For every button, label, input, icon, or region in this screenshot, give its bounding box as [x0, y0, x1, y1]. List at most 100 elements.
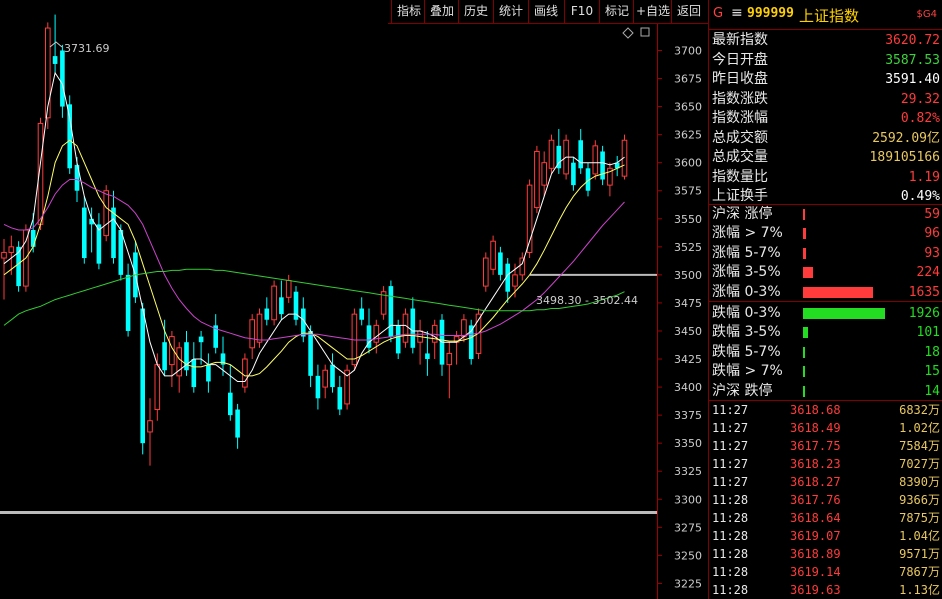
group-badge[interactable]: $G4: [917, 9, 937, 20]
toolbar-separator: [391, 0, 392, 23]
tick-price: 3617.76: [790, 493, 841, 507]
toolbar-separator: [671, 0, 672, 23]
y-tick-label: 3325: [674, 465, 702, 478]
candle-body-down: [359, 308, 364, 320]
stat-value: 189105166: [869, 150, 940, 165]
tick-time: 11:28: [712, 529, 749, 543]
candle-body-up: [8, 246, 15, 253]
tick-price: 3618.49: [790, 421, 841, 435]
toolbar-button[interactable]: 标记: [601, 0, 633, 23]
tick-price: 3619.14: [790, 565, 841, 579]
tick-row[interactable]: 11:27 3618.27 8390万: [712, 473, 940, 491]
distribution-count: 224: [916, 265, 940, 281]
tick-price: 3618.23: [790, 457, 841, 471]
toolbar-button[interactable]: 返回: [673, 0, 705, 23]
kline-chart[interactable]: 3225 3250 3275 3300 3325 3350 3375 3400 3425 3450…: [0, 0, 708, 599]
candle-body-down: [264, 308, 270, 320]
toolbar-button[interactable]: +自选: [635, 0, 671, 23]
tick-price: 3619.63: [790, 583, 841, 597]
toolbar-button[interactable]: F10: [566, 0, 598, 23]
toolbar-separator: [528, 0, 529, 23]
toolbar-button[interactable]: 统计: [495, 0, 527, 23]
candle-body-up: [249, 319, 255, 349]
toolbar-separator: [424, 0, 425, 23]
y-tick-label: 3275: [674, 521, 702, 534]
candle-body-down: [388, 286, 394, 337]
candle-body-down: [206, 364, 211, 382]
candle-body-up: [373, 324, 380, 343]
y-tick-label: 3625: [674, 129, 702, 142]
candle-body-up: [548, 139, 555, 169]
stat-value: 3620.72: [885, 33, 940, 48]
candle-body-down: [191, 359, 197, 388]
tick-row[interactable]: 11:27 3617.75 7584万: [712, 437, 940, 455]
distribution-label: 涨幅 5-7%: [712, 244, 781, 261]
y-tick-label: 3400: [674, 381, 702, 394]
distribution-count: 101: [916, 325, 940, 341]
tick-row[interactable]: 11:27 3618.23 7027万: [712, 455, 940, 473]
tick-row[interactable]: 11:28 3618.89 9571万: [712, 545, 940, 563]
candle-body-up: [592, 145, 599, 175]
y-tick-label: 3550: [674, 213, 702, 226]
stat-row: 总成交量 189105166: [712, 148, 940, 167]
candle-body-down: [111, 207, 116, 259]
candlestick-chart-svg[interactable]: 3225 3250 3275 3300 3325 3350 3375 3400 3425 3450…: [0, 0, 708, 599]
stat-row: 指数量比 1.19: [712, 168, 940, 187]
menu-icon[interactable]: ≡: [731, 5, 743, 21]
toolbar-button[interactable]: 叠加: [426, 0, 458, 23]
tick-row[interactable]: 11:27 3618.68 6832万: [712, 401, 940, 419]
tick-row[interactable]: 11:28 3619.63 1.13亿: [712, 581, 940, 599]
diamond-icon[interactable]: [622, 27, 634, 39]
stock-code: 999999: [747, 6, 794, 21]
tick-time: 11:27: [712, 421, 749, 435]
tick-volume: 7867万: [899, 565, 940, 579]
tick-time: 11:28: [712, 583, 749, 597]
candle-body-down: [315, 375, 321, 399]
y-axis: 3225 3250 3275 3300 3325 3350 3375 3400 3425 3450…: [657, 24, 702, 599]
stat-value: 1.19: [908, 169, 940, 185]
candle-body-down: [52, 56, 58, 64]
settings-corner-icon[interactable]: [640, 27, 650, 37]
y-tick-label: 3700: [674, 44, 702, 57]
y-tick-label: 3650: [674, 101, 702, 114]
distribution-row: 涨幅 3-5% 224: [712, 263, 940, 282]
distribution-label: 跌幅 5-7%: [712, 343, 781, 360]
candle-body-down: [140, 308, 145, 444]
group-prefix[interactable]: G: [713, 6, 723, 21]
distribution-count: 18: [924, 344, 940, 360]
tick-row[interactable]: 11:28 3619.07 1.04亿: [712, 527, 940, 545]
tick-row[interactable]: 11:28 3618.64 7875万: [712, 509, 940, 527]
distribution-label: 跌幅 3-5%: [712, 324, 781, 341]
candle-body-down: [228, 392, 233, 416]
reference-lines: [0, 273, 657, 514]
tick-time: 11:27: [712, 475, 749, 489]
toolbar-button[interactable]: 画线: [530, 0, 562, 23]
candle-body-up: [541, 162, 548, 186]
tick-row[interactable]: 11:28 3619.14 7867万: [712, 563, 940, 581]
stat-value: 3587.53: [885, 52, 940, 68]
stat-label: 指数量比: [712, 168, 768, 185]
toolbar-button[interactable]: 指标: [393, 0, 425, 23]
candle-body-up: [103, 190, 110, 237]
moving-average-line: [3, 268, 625, 326]
candle-body-up: [256, 313, 263, 343]
tick-price: 3617.75: [790, 439, 841, 453]
tick-time: 11:27: [712, 439, 749, 453]
distribution-count: 1635: [908, 284, 940, 300]
y-tick-label: 3375: [674, 409, 702, 422]
y-tick-label: 3575: [674, 185, 702, 198]
tick-time: 11:27: [712, 457, 749, 471]
stat-label: 昨日收盘: [712, 71, 768, 87]
toolbar-button[interactable]: 历史: [460, 0, 492, 23]
candle-body-up: [534, 150, 540, 209]
candle-body-down: [235, 409, 240, 438]
candle-body-down: [118, 230, 124, 275]
distribution-label: 沪深 涨停: [712, 206, 773, 222]
candle-body-up: [512, 274, 518, 287]
tick-row[interactable]: 11:27 3618.49 1.02亿: [712, 419, 940, 437]
tick-row[interactable]: 11:28 3617.76 9366万: [712, 491, 940, 509]
tick-volume: 7027万: [899, 457, 940, 471]
candle-body-down: [410, 308, 416, 348]
distribution-count: 15: [924, 364, 940, 380]
distribution-label: 跌幅 0-3%: [712, 305, 781, 321]
